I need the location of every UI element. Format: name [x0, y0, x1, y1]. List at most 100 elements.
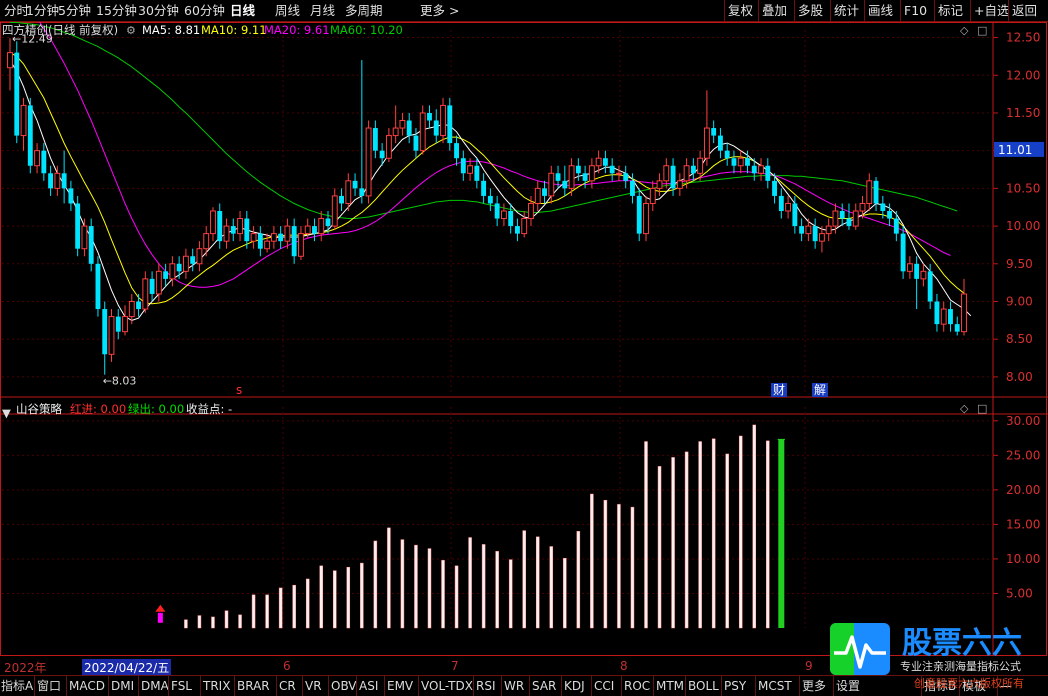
toolbar-btn-4[interactable]: 画线	[868, 2, 893, 19]
indicator-tab-4[interactable]: DMA	[141, 678, 169, 694]
tab-2[interactable]: 5分钟	[58, 2, 91, 19]
indicator-bar	[441, 560, 445, 629]
tab-divider	[302, 676, 303, 696]
indicator-name[interactable]: 山谷策略	[16, 402, 62, 416]
indicator-tab-15[interactable]: WR	[504, 678, 524, 694]
tab-divider	[138, 676, 139, 696]
toolbar-btn-6[interactable]: 标记	[938, 2, 963, 19]
indicator-bar	[535, 536, 540, 629]
indicator-tab-3[interactable]: DMI	[111, 678, 134, 694]
indicator-tick-label: 10.00	[1006, 552, 1040, 566]
candle-body-up	[703, 127, 710, 159]
indicator-bar	[549, 546, 554, 629]
candle-body-down	[102, 309, 108, 355]
indicator-tab-19[interactable]: ROC	[624, 678, 650, 694]
toolbar-btn-8[interactable]: 返回	[1012, 2, 1037, 19]
green-out-label: 绿出: 0.00	[128, 402, 185, 416]
candle-body-down	[555, 173, 561, 181]
candle-body-down	[873, 180, 879, 204]
candle-body-up	[54, 172, 61, 189]
candle-body-down	[48, 173, 54, 189]
indicator-tab-13[interactable]: VOL-TDX	[421, 678, 473, 694]
tab-10[interactable]: 更多 >	[420, 2, 459, 19]
ma5-label: MA5: 8.81	[142, 23, 201, 37]
candle-body-down	[731, 158, 737, 166]
stock-name[interactable]: 四方精创(日线 前复权)	[2, 23, 118, 37]
indicator-tab-10[interactable]: OBV	[331, 678, 357, 694]
indicator-bar	[454, 565, 459, 629]
indicator-tab-5[interactable]: FSL	[171, 678, 192, 694]
toolbar-btn-7[interactable]: +自选	[974, 2, 1009, 19]
indicator-bar	[305, 578, 310, 629]
chart-canvas[interactable]: 12.5012.0011.5011.0010.5010.009.509.008.…	[0, 22, 1048, 656]
candle-body-down	[792, 203, 798, 227]
indicator-tab-8[interactable]: CR	[279, 678, 296, 694]
toolbar-btn-5[interactable]: F10	[904, 2, 927, 19]
tab-5[interactable]: 60分钟	[184, 2, 225, 19]
candle-body-down	[515, 226, 520, 234]
tab-8[interactable]: 月线	[310, 2, 335, 19]
indicator-tab-7[interactable]: BRAR	[237, 678, 270, 694]
tab-1[interactable]: 1分钟	[26, 2, 59, 19]
indicator-bar	[387, 527, 391, 629]
chart-area[interactable]: 12.5012.0011.5011.0010.5010.009.509.008.…	[0, 22, 1048, 656]
tab-3[interactable]: 15分钟	[96, 2, 137, 19]
indicator-tab-21[interactable]: BOLL	[688, 678, 719, 694]
indicator-tab-22[interactable]: PSY	[724, 678, 746, 694]
candle-body-up	[169, 263, 176, 280]
indicator-tab-2[interactable]: MACD	[69, 678, 105, 694]
candle-body-up	[440, 104, 446, 137]
indicator-bar	[644, 441, 648, 629]
toolbar-divider	[794, 0, 795, 21]
candle-body-down	[846, 218, 852, 227]
candle-body-down	[244, 218, 250, 242]
indicator-bar	[738, 435, 743, 629]
tab-4[interactable]: 30分钟	[138, 2, 179, 19]
candle-body-up	[237, 218, 243, 235]
indicator-bar	[657, 466, 662, 629]
candle-body-down	[839, 211, 845, 219]
ma10-label: MA10: 9.11	[201, 23, 267, 37]
indicator-toggle-icon[interactable]: ▼	[2, 406, 11, 420]
tab-divider	[356, 676, 357, 696]
toolbar-btn-3[interactable]: 统计	[834, 2, 859, 19]
candle-body-up	[264, 240, 271, 250]
indicator-tab-0[interactable]: 指标A	[1, 678, 33, 694]
indicator-tab-16[interactable]: SAR	[532, 678, 556, 694]
candle-body-up	[940, 308, 947, 325]
indicator-tab-1[interactable]: 窗口	[37, 678, 61, 694]
toolbar-btn-1[interactable]: 叠加	[762, 2, 787, 19]
toolbar-divider	[724, 0, 725, 21]
indicator-tab-6[interactable]: TRIX	[203, 678, 230, 694]
indicator-bar	[373, 540, 378, 629]
toolbar-btn-0[interactable]: 复权	[728, 2, 753, 19]
indicator-tab-18[interactable]: CCI	[594, 678, 614, 694]
candle-body-up	[210, 210, 216, 235]
diamond-icon: ◇	[960, 24, 969, 37]
tab-7[interactable]: 周线	[275, 2, 300, 19]
price-tick-label: 8.50	[1006, 332, 1033, 346]
indicator-tab-9[interactable]: VR	[305, 678, 322, 694]
buy-arrow-icon	[157, 612, 163, 623]
indicator-tab-24[interactable]: 更多	[802, 678, 826, 694]
indicator-tab-25[interactable]: 设置	[836, 678, 860, 694]
indicator-bar	[265, 594, 269, 629]
candle-body-up	[676, 180, 683, 189]
candle-body-up	[785, 202, 792, 212]
indicator-tab-20[interactable]: MTM	[656, 678, 684, 694]
settings-gear-icon[interactable]: ⚙	[126, 24, 136, 38]
indicator-tab-17[interactable]: KDJ	[564, 678, 585, 694]
indicator-tab-14[interactable]: RSI	[476, 678, 496, 694]
indicator-tabbar: 指标A 窗口 MACD DMI DMA FSL TRIX BRAR CR VR OBV ASI EMV V…	[0, 675, 1048, 696]
toolbar-btn-2[interactable]: 多股	[798, 2, 823, 19]
indicator-tab-11[interactable]: ASI	[359, 678, 378, 694]
tab-6[interactable]: 日线	[230, 2, 255, 19]
candle-body-down	[582, 173, 588, 181]
candle-body-down	[312, 226, 317, 234]
candle-body-down	[799, 226, 805, 234]
indicator-tab-23[interactable]: MCST	[758, 678, 792, 694]
indicator-tab-12[interactable]: EMV	[387, 678, 413, 694]
candle-body-up	[223, 225, 230, 242]
indicator-bar	[414, 544, 418, 629]
tab-9[interactable]: 多周期	[345, 2, 383, 19]
